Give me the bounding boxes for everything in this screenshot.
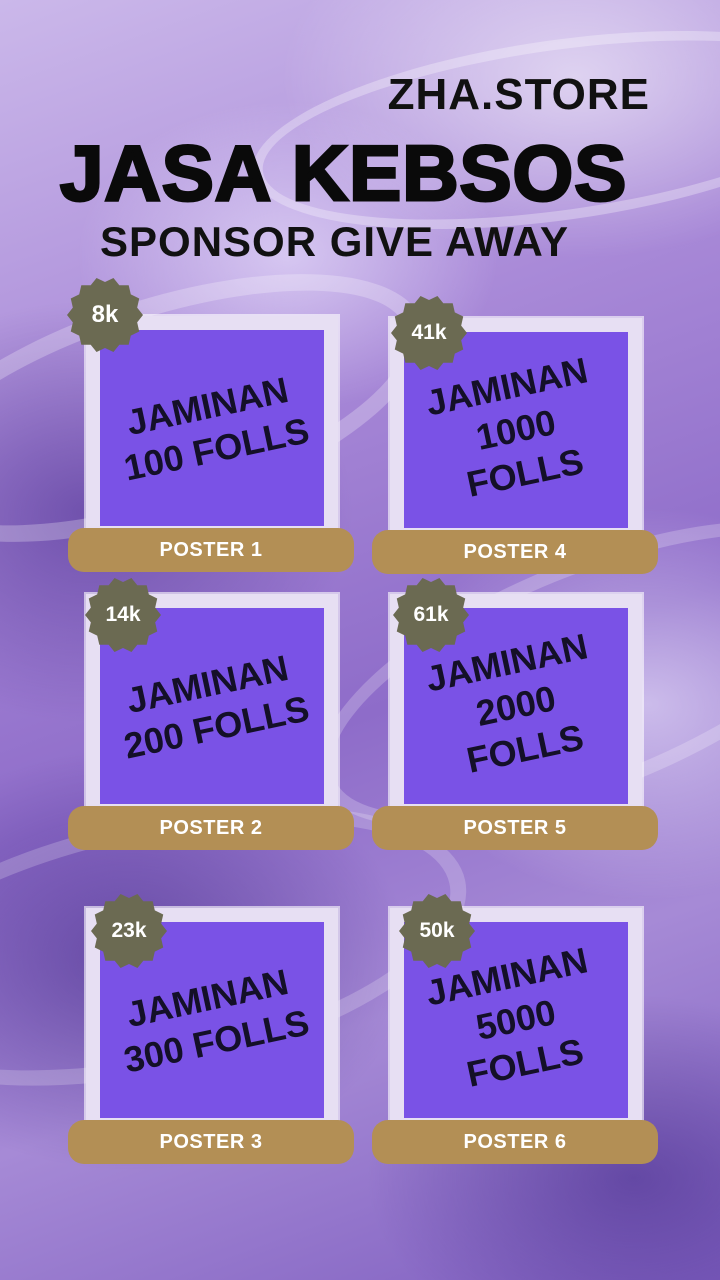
badge-count: 23k [111, 919, 147, 942]
follower-count-badge: 14k [84, 576, 162, 654]
poster-panel: JAMINAN 100 FOLLS [100, 330, 324, 526]
poster-label[interactable]: POSTER 6 [372, 1120, 658, 1164]
follower-count-badge: 50k [398, 892, 476, 970]
poster-label[interactable]: POSTER 4 [372, 530, 658, 574]
poster-label[interactable]: POSTER 3 [68, 1120, 354, 1164]
page-title: JASA KEBSOS [59, 128, 628, 219]
poster-card-1[interactable]: JAMINAN 100 FOLLS POSTER 1 [68, 316, 358, 596]
badge-count: 61k [413, 603, 449, 626]
poster-text: JAMINAN 100 FOLLS [120, 368, 313, 489]
badge-count: 14k [105, 603, 141, 626]
poster-label[interactable]: POSTER 1 [68, 528, 354, 572]
badge-count: 41k [411, 321, 447, 344]
poster-label[interactable]: POSTER 2 [68, 806, 354, 850]
badge-count: 8k [91, 301, 119, 328]
store-name: ZHA.STORE [387, 70, 650, 119]
follower-count-badge: 61k [392, 576, 470, 654]
follower-count-badge: 8k [66, 276, 144, 354]
badge-count: 50k [419, 919, 455, 942]
follower-count-badge: 23k [90, 892, 168, 970]
page-subtitle: SPONSOR GIVE AWAY [100, 218, 570, 265]
poster-label[interactable]: POSTER 5 [372, 806, 658, 850]
follower-count-badge: 41k [390, 294, 468, 372]
